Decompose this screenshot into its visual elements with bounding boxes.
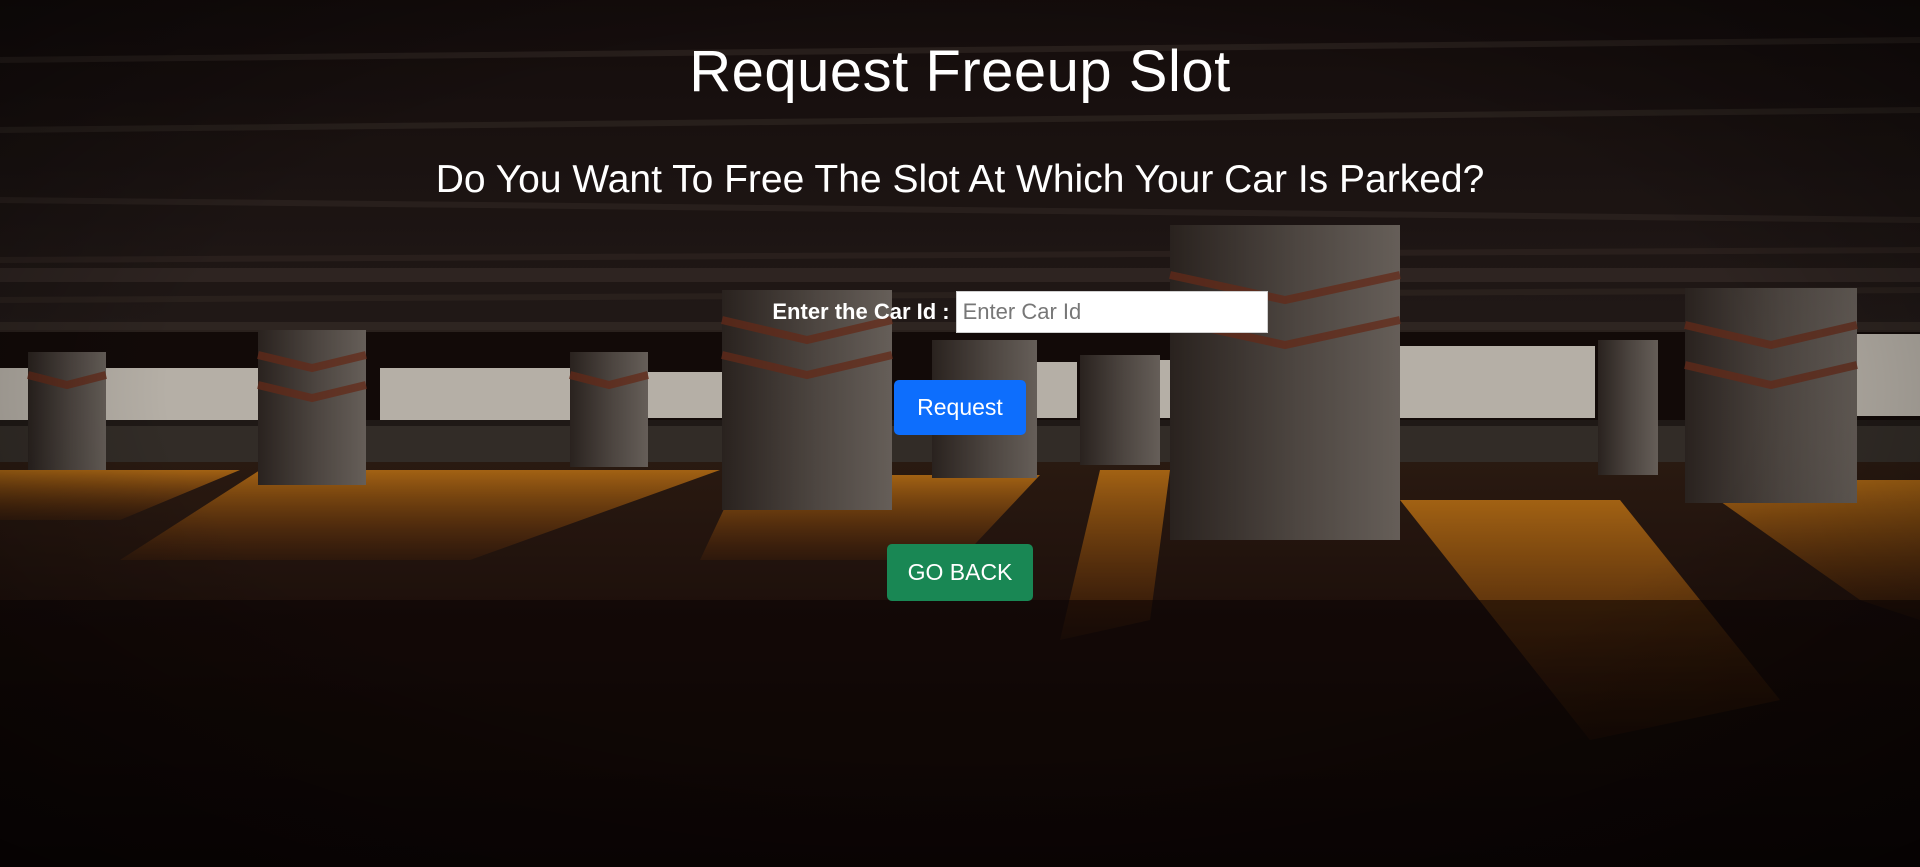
go-back-button[interactable]: GO BACK xyxy=(887,544,1033,601)
page-title: Request Freeup Slot xyxy=(689,39,1231,104)
car-id-label: Enter the Car Id : xyxy=(772,299,950,324)
car-id-form: Enter the Car Id : xyxy=(0,290,1920,334)
car-id-input[interactable] xyxy=(955,291,1268,333)
page: Request Freeup Slot Do You Want To Free … xyxy=(0,0,1920,867)
main-content: Request Freeup Slot Do You Want To Free … xyxy=(0,0,1920,867)
page-subtitle: Do You Want To Free The Slot At Which Yo… xyxy=(435,158,1485,201)
request-button[interactable]: Request xyxy=(894,380,1026,435)
